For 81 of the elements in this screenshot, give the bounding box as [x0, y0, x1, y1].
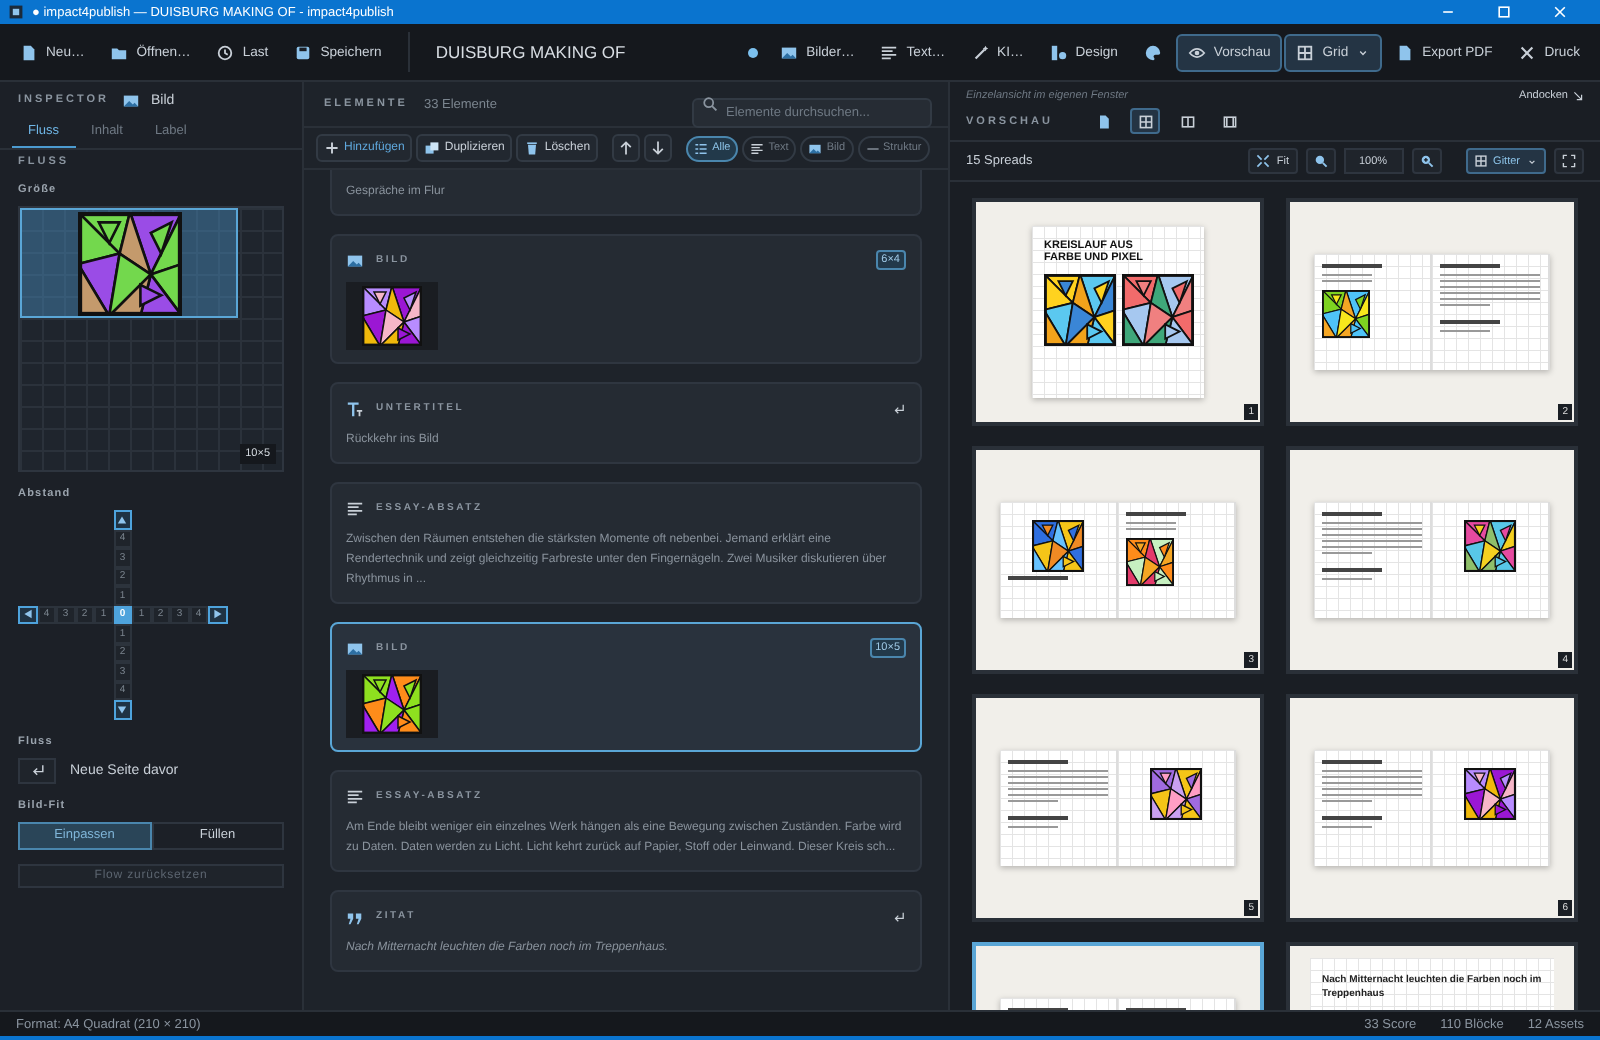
mosaic-image: [362, 286, 422, 346]
caret-icon: [1526, 155, 1538, 167]
fit-icon: [1256, 154, 1271, 168]
spacing-step-button[interactable]: [113, 510, 132, 529]
zoom-in-icon: [1419, 154, 1434, 168]
page-drawing: [1314, 750, 1432, 866]
size-selection[interactable]: [20, 208, 239, 319]
move-button[interactable]: [644, 134, 673, 162]
document-title: DUISBURG MAKING OF: [433, 42, 628, 62]
grid-icon: [1473, 154, 1488, 168]
document-icon: [1396, 43, 1415, 61]
mosaic-image: [1032, 520, 1084, 572]
arrow-up-icon: [618, 140, 635, 156]
image-icon: [780, 43, 799, 61]
scissors-icon: [1518, 43, 1537, 61]
page-drawing: [1314, 502, 1432, 618]
element-card[interactable]: [330, 770, 922, 872]
return-icon: [29, 762, 45, 778]
trash-icon: [524, 140, 541, 156]
text-lines-icon: [346, 499, 364, 517]
page-drawing: [1000, 750, 1118, 866]
app-icon: [8, 4, 24, 20]
dock-icon: [1572, 89, 1584, 101]
element-card[interactable]: [330, 482, 922, 604]
film-icon: [1221, 113, 1238, 129]
maximize-icon[interactable]: [1496, 4, 1512, 20]
fullscreen-button[interactable]: [1554, 148, 1584, 174]
fullscreen-icon: [1562, 154, 1576, 168]
mosaic-image: [1464, 768, 1516, 820]
mosaic-image: [1044, 273, 1116, 346]
eye-icon: [1187, 43, 1206, 61]
spacing-step-button[interactable]: [113, 700, 132, 719]
palette-icon: [1143, 43, 1162, 61]
text-format-icon: [346, 399, 364, 417]
arrow-down-icon: [650, 140, 667, 156]
image-icon: [346, 639, 364, 657]
save-icon: [294, 43, 313, 61]
page-drawing: [1432, 254, 1550, 370]
zoom-out-button[interactable]: [1305, 148, 1336, 174]
quote-icon: [346, 907, 364, 925]
copy-icon: [424, 140, 441, 156]
move-button[interactable]: [612, 134, 641, 162]
text-lines-icon: [346, 787, 364, 805]
folder-icon: [110, 43, 129, 61]
grid-icon: [1137, 113, 1154, 129]
search-icon: [702, 96, 718, 112]
image-icon: [346, 251, 364, 269]
file-icon: [20, 43, 38, 61]
page-break-button[interactable]: [18, 757, 56, 783]
view-mode-button[interactable]: [1130, 108, 1161, 134]
mosaic-image: [1122, 273, 1194, 346]
plus-icon: [324, 140, 340, 156]
history-icon: [216, 43, 235, 61]
mosaic-image: [1126, 537, 1174, 585]
mosaic-image: [1464, 520, 1516, 572]
spacing-step-button[interactable]: [208, 605, 227, 624]
triangle-right-icon: [211, 608, 224, 621]
page-icon: [1095, 113, 1112, 129]
mosaic-image: [1322, 289, 1370, 337]
text-lines-icon: [750, 141, 765, 155]
zoom-in-button[interactable]: [1411, 148, 1442, 174]
spacing-step-button[interactable]: [18, 605, 37, 624]
close-icon[interactable]: [1552, 4, 1568, 20]
triangle-up-icon: [116, 513, 129, 526]
shapes-icon: [1049, 43, 1068, 61]
return-icon: [892, 909, 906, 923]
caret-icon: [1356, 45, 1371, 59]
list-icon: [694, 141, 709, 155]
wand-icon: [971, 43, 990, 61]
mosaic-image: [77, 211, 182, 315]
grid-icon: [1296, 43, 1315, 61]
mosaic-image: [362, 674, 422, 734]
triangle-left-icon: [21, 608, 34, 621]
columns-icon: [1179, 113, 1196, 129]
return-icon: [892, 401, 906, 415]
zoom-out-icon: [1313, 154, 1328, 168]
triangle-down-icon: [116, 703, 129, 716]
text-lines-icon: [880, 43, 899, 61]
image-icon: [808, 141, 823, 155]
mosaic-image: [1150, 768, 1202, 820]
image-icon: [121, 91, 139, 109]
